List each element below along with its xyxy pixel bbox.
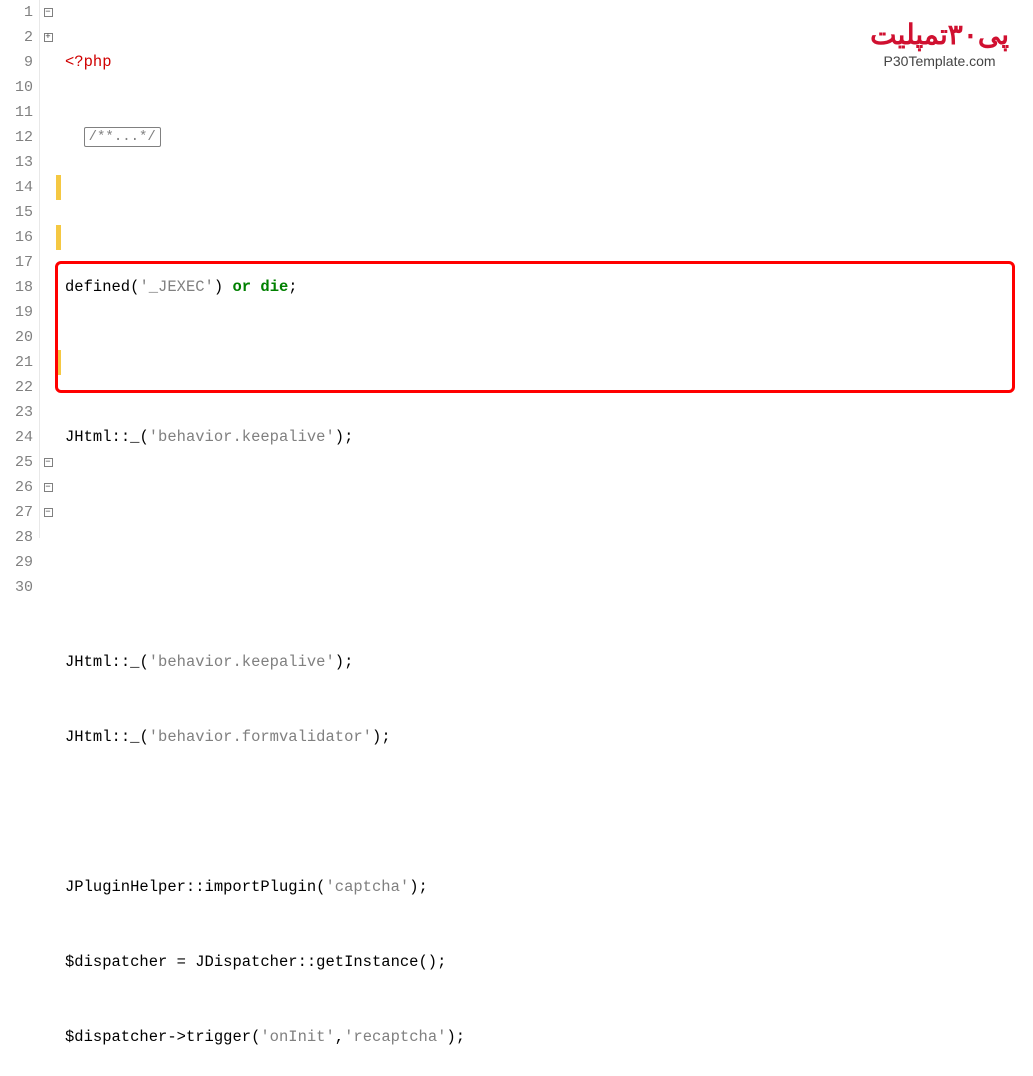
code-line[interactable]: JHtml::_('behavior.keepalive'); bbox=[65, 425, 1033, 450]
code-line[interactable] bbox=[65, 575, 1033, 600]
code-line[interactable]: JHtml::_('behavior.keepalive'); bbox=[65, 650, 1033, 675]
fold-toggle-minus[interactable]: − bbox=[44, 483, 53, 492]
line-number-gutter: 1 2 9 10 11 12 13 14 15 16 17 18 19 20 2… bbox=[0, 0, 40, 538]
code-line[interactable]: JHtml::_('behavior.formvalidator'); bbox=[65, 725, 1033, 750]
code-line[interactable] bbox=[65, 350, 1033, 375]
code-line[interactable]: $dispatcher->trigger('onInit','recaptcha… bbox=[65, 1025, 1033, 1050]
code-line[interactable] bbox=[65, 800, 1033, 825]
code-editor[interactable]: 1 2 9 10 11 12 13 14 15 16 17 18 19 20 2… bbox=[0, 0, 1033, 538]
code-line[interactable]: <?php bbox=[65, 50, 1033, 75]
fold-toggle-minus[interactable]: − bbox=[44, 508, 53, 517]
fold-gutter: − + − − − bbox=[40, 0, 56, 538]
code-line[interactable] bbox=[65, 200, 1033, 225]
fold-toggle-minus[interactable]: − bbox=[44, 8, 53, 17]
code-line[interactable]: defined('_JEXEC') or die; bbox=[65, 275, 1033, 300]
code-line[interactable]: $dispatcher = JDispatcher::getInstance()… bbox=[65, 950, 1033, 975]
fold-toggle-minus[interactable]: − bbox=[44, 458, 53, 467]
code-line[interactable] bbox=[65, 500, 1033, 525]
fold-toggle-plus[interactable]: + bbox=[44, 33, 53, 42]
code-area[interactable]: <?php /**...*/ defined('_JEXEC') or die;… bbox=[61, 0, 1033, 538]
code-line[interactable]: /**...*/ bbox=[65, 125, 1033, 150]
code-line[interactable]: JPluginHelper::importPlugin('captcha'); bbox=[65, 875, 1033, 900]
folded-placeholder[interactable]: /**...*/ bbox=[84, 127, 161, 147]
